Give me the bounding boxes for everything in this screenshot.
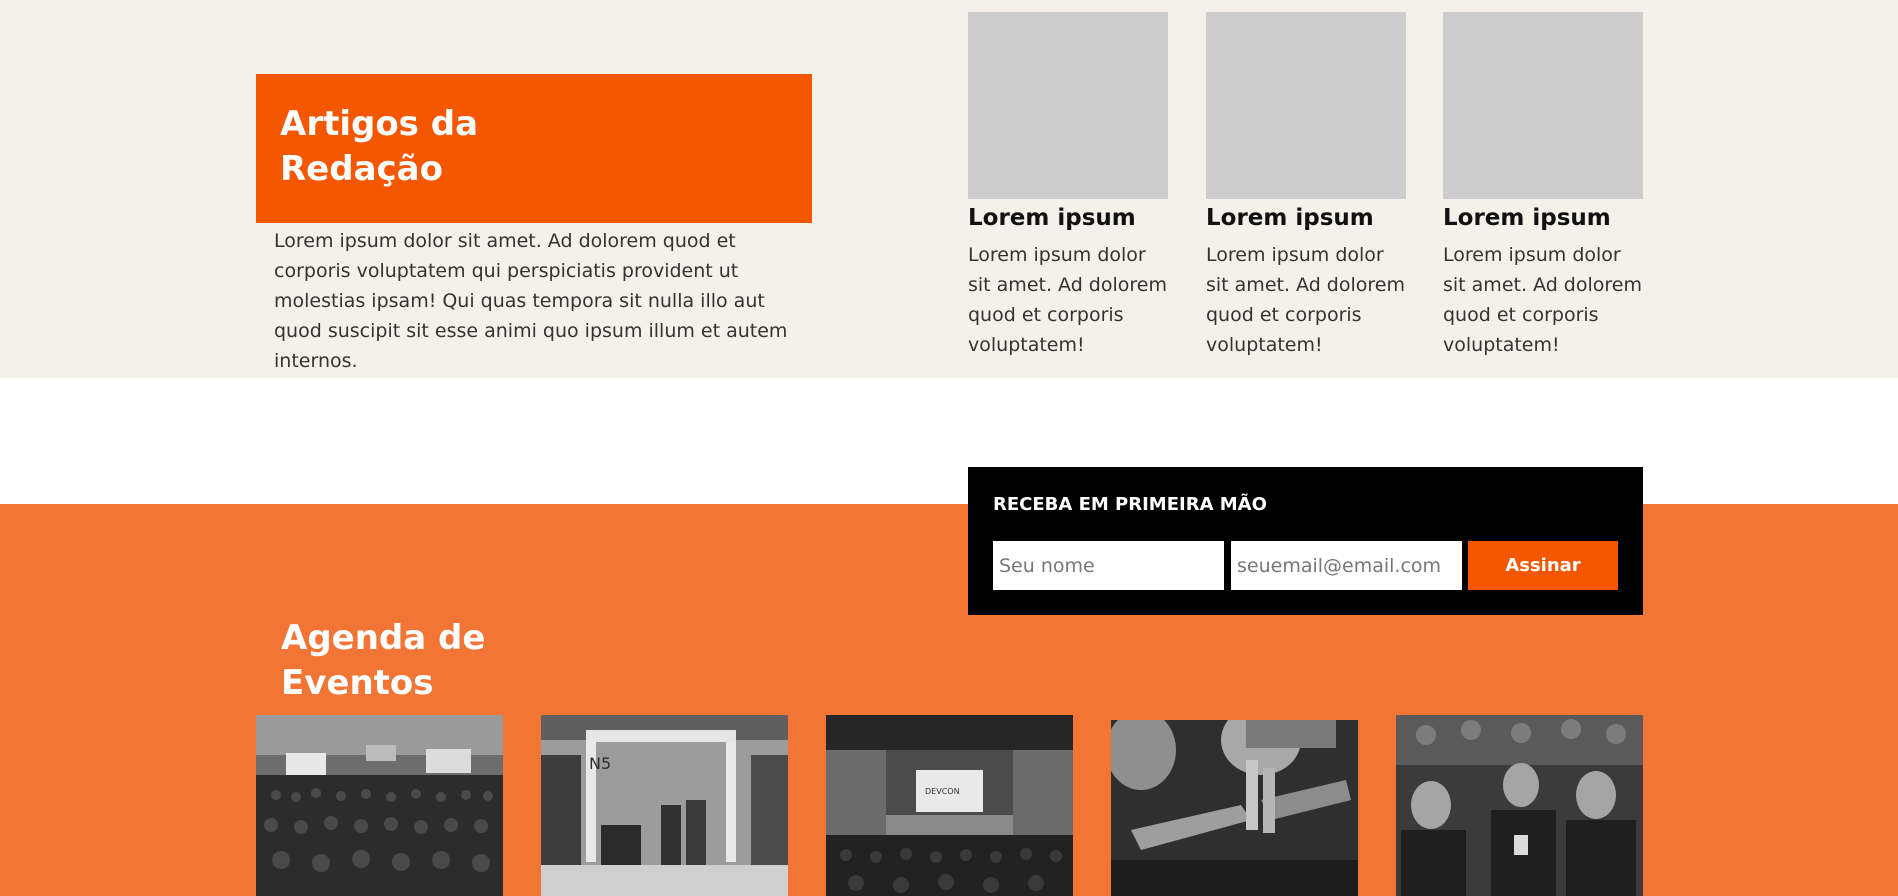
article-text: Lorem ipsum dolor sit amet. Ad dolorem q… <box>968 244 1167 356</box>
auditorium-photo-image <box>256 715 503 896</box>
article-title[interactable]: Lorem ipsum <box>968 202 1168 234</box>
newsletter-title: RECEBA EM PRIMEIRA MÃO <box>993 494 1267 515</box>
artigos-title-box: Artigos da Redação <box>256 74 812 223</box>
article-thumbnail[interactable] <box>1206 12 1406 199</box>
email-input[interactable] <box>1231 541 1462 590</box>
subscribe-button[interactable]: Assinar <box>1468 541 1618 590</box>
artigos-description: Lorem ipsum dolor sit amet. Ad dolorem q… <box>274 230 788 372</box>
audience-photo-image <box>1396 715 1643 896</box>
article-card[interactable]: Lorem ipsum Lorem ipsum dolor sit amet. … <box>1206 12 1406 360</box>
page: Artigos da Redação Lorem ipsum dolor sit… <box>0 0 1898 896</box>
agenda-title: Agenda de Eventos <box>281 618 486 703</box>
stage-photo-image: DEVCON <box>826 715 1073 896</box>
artigos-section: Artigos da Redação Lorem ipsum dolor sit… <box>0 0 1898 378</box>
event-photo-auditorium[interactable] <box>256 715 503 896</box>
expo-booth-photo-image: N5 <box>541 715 788 896</box>
article-thumbnail[interactable] <box>1443 12 1643 199</box>
event-photo-expo-booth[interactable]: N5 <box>541 715 788 896</box>
article-text: Lorem ipsum dolor sit amet. Ad dolorem q… <box>1443 244 1642 356</box>
name-input[interactable] <box>993 541 1224 590</box>
event-photo-audience[interactable] <box>1396 715 1643 896</box>
article-title[interactable]: Lorem ipsum <box>1443 202 1643 234</box>
article-thumbnail[interactable] <box>968 12 1168 199</box>
toast-photo-image <box>1111 720 1358 896</box>
event-photo-toast[interactable] <box>1111 720 1358 896</box>
artigos-title: Artigos da Redação <box>280 104 479 189</box>
article-card[interactable]: Lorem ipsum Lorem ipsum dolor sit amet. … <box>968 12 1168 360</box>
article-text: Lorem ipsum dolor sit amet. Ad dolorem q… <box>1206 244 1405 356</box>
expo-sign-text: N5 <box>589 754 611 773</box>
stage-screen-text: DEVCON <box>925 787 960 796</box>
newsletter-box: RECEBA EM PRIMEIRA MÃO Assinar <box>968 467 1643 615</box>
event-photo-stage[interactable]: DEVCON <box>826 715 1073 896</box>
article-title[interactable]: Lorem ipsum <box>1206 202 1406 234</box>
article-card[interactable]: Lorem ipsum Lorem ipsum dolor sit amet. … <box>1443 12 1643 360</box>
